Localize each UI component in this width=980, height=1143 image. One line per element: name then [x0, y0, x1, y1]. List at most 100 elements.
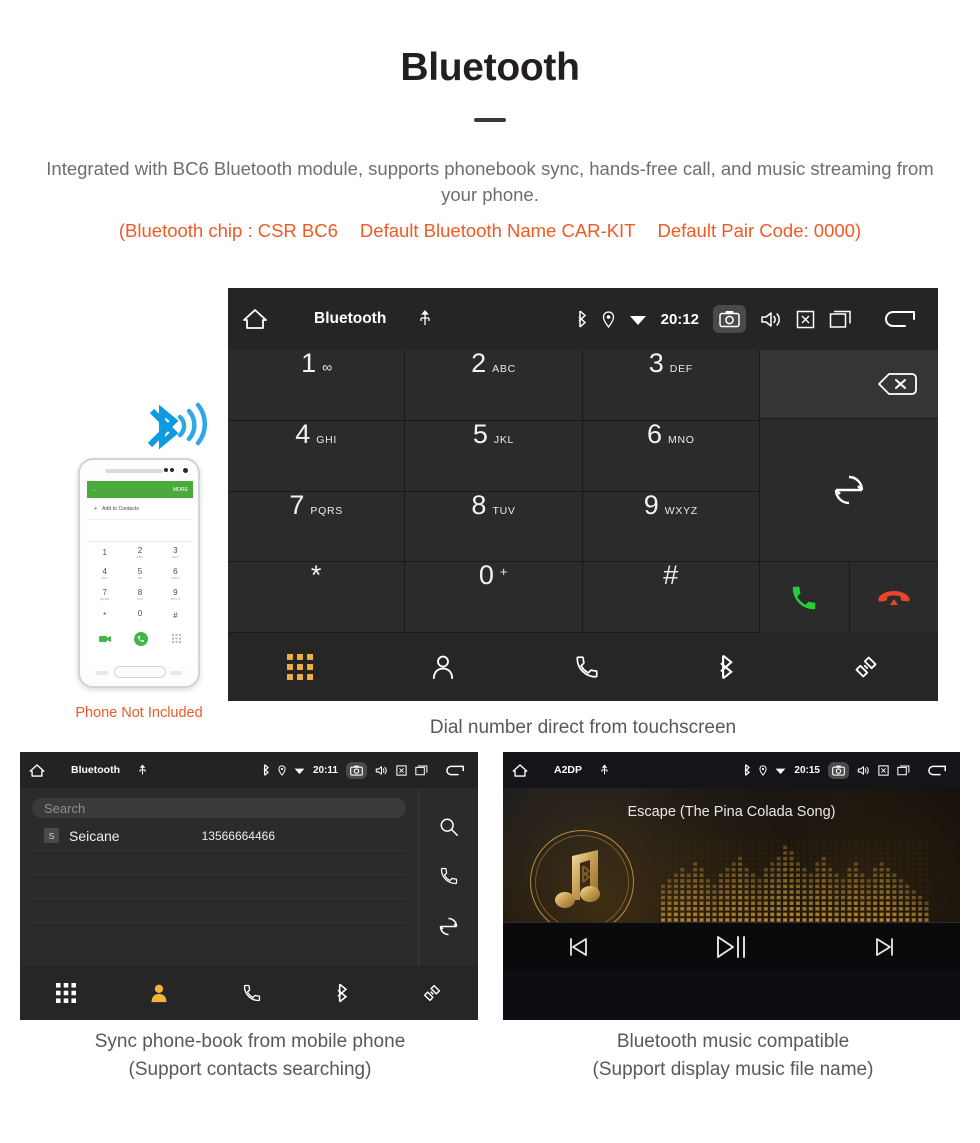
nav-link[interactable]: [853, 654, 879, 680]
key-0[interactable]: 0 +: [405, 562, 583, 633]
recent-apps-icon[interactable]: [829, 310, 852, 329]
key-letters: ABC: [492, 363, 516, 375]
key-letters: TUV: [492, 504, 516, 517]
plus-icon: +: [94, 505, 98, 512]
contacts-body: Search S Seicane 13566664466: [20, 788, 478, 966]
nav-bluetooth[interactable]: [717, 654, 736, 680]
key-3[interactable]: 3 DEF: [582, 348, 760, 421]
volume-icon[interactable]: [857, 765, 870, 776]
home-icon[interactable]: [29, 763, 45, 778]
contacts-list-area: Search S Seicane 13566664466: [20, 788, 418, 966]
bluetooth-icon: [335, 983, 349, 1003]
back-arrow-icon[interactable]: [881, 308, 917, 330]
bluetooth-icon: [576, 310, 588, 328]
recent-apps-icon[interactable]: [415, 764, 428, 776]
close-box-icon[interactable]: [878, 764, 889, 776]
phone-key-digit: 0: [137, 608, 143, 618]
bluetooth-icon: [743, 764, 751, 776]
location-icon: [759, 764, 767, 776]
back-arrow-icon[interactable]: [926, 764, 947, 777]
key-1[interactable]: 1 ∞: [228, 348, 406, 421]
key-7[interactable]: 7 PQRS: [228, 491, 406, 563]
search-placeholder: Search: [44, 800, 86, 816]
hangup-red-icon: [877, 587, 911, 609]
phone-key: 0 +: [122, 605, 157, 626]
close-box-icon[interactable]: [396, 764, 407, 776]
contact-row[interactable]: S Seicane 13566664466: [32, 821, 406, 851]
phone-key-digit: 2: [137, 545, 143, 555]
key-letters: +: [499, 564, 509, 580]
play-pause-icon[interactable]: [714, 932, 748, 962]
key-hash[interactable]: #: [582, 562, 760, 633]
phone-mockup: ← MORE + Add to Contacts 1 2 ABC 3 DEF 4 GHI 5 J…: [30, 395, 230, 740]
phone-sensors: [164, 468, 177, 473]
key-letters: JKL: [493, 433, 515, 446]
contacts-caption: Sync phone-book from mobile phone (Suppo…: [10, 1028, 490, 1083]
back-arrow-icon[interactable]: [444, 764, 465, 777]
phone-number-field: [87, 520, 193, 542]
recent-apps-icon[interactable]: [897, 764, 910, 776]
key-digit: 5: [472, 418, 488, 449]
home-icon[interactable]: [242, 307, 268, 331]
dot-matrix-equalizer: [661, 840, 931, 935]
key-9[interactable]: 9 WXYZ: [582, 489, 760, 563]
skip-next-icon[interactable]: [872, 934, 898, 960]
contacts-title: Bluetooth: [71, 764, 120, 776]
key-digit: 9: [643, 489, 659, 520]
page-root: Bluetooth Integrated with BC6 Bluetooth …: [0, 0, 980, 1143]
contact-person-icon: [430, 654, 456, 680]
nav-keypad[interactable]: [56, 983, 77, 1003]
dialer-head-unit: Bluetooth 20:12 1 ∞ 2 ABC 3 DEF 4 GHI 5 …: [228, 288, 938, 701]
volume-icon[interactable]: [375, 765, 388, 776]
phone-softkey-left: [96, 671, 108, 675]
contacts-empty-row: [32, 851, 406, 875]
key-digit: 1: [301, 348, 317, 378]
close-box-icon[interactable]: [796, 310, 815, 329]
nav-call-log[interactable]: [574, 654, 600, 680]
nav-bluetooth[interactable]: [335, 983, 349, 1003]
nav-keypad[interactable]: [286, 654, 313, 680]
camera-icon[interactable]: [346, 761, 367, 779]
phone-key: *: [87, 605, 122, 626]
nav-contacts[interactable]: [149, 983, 169, 1003]
nav-contacts[interactable]: [430, 654, 456, 680]
home-icon[interactable]: [512, 763, 528, 778]
sync-icon[interactable]: [438, 916, 459, 937]
phone-key-digit: 3: [173, 545, 178, 555]
camera-icon[interactable]: [828, 761, 849, 779]
hangup-button[interactable]: [848, 562, 938, 633]
phone-key-letters: MNO: [171, 575, 180, 580]
dial-call-button[interactable]: [760, 562, 849, 633]
backspace-icon[interactable]: [876, 371, 918, 397]
volume-icon[interactable]: [760, 310, 782, 329]
phone-key: 8 TUV: [122, 584, 157, 605]
nav-call-log[interactable]: [242, 983, 262, 1003]
key-4[interactable]: 4 GHI: [228, 420, 406, 492]
phone-handset-icon: [574, 654, 600, 680]
nav-link[interactable]: [422, 983, 442, 1003]
key-2[interactable]: 2 ABC: [405, 350, 583, 421]
search-icon[interactable]: [439, 817, 459, 837]
phone-key-digit: 6: [173, 566, 178, 576]
key-8[interactable]: 8 TUV: [405, 491, 583, 563]
phone-key-digit: 5: [137, 566, 143, 576]
camera-icon[interactable]: [713, 305, 746, 333]
key-5[interactable]: 5 JKL: [405, 418, 583, 492]
spec-pair-code: Default Pair Code: 0000): [657, 220, 862, 241]
key-digit: 3: [648, 348, 664, 378]
phone-key: 1: [87, 542, 122, 563]
bluetooth-wave-icon: [140, 397, 222, 453]
key-6[interactable]: 6 MNO: [582, 420, 760, 492]
keypad-icon: [56, 983, 77, 1003]
redial-button[interactable]: [760, 419, 938, 562]
search-input[interactable]: Search: [32, 798, 406, 818]
wifi-icon: [294, 766, 305, 775]
number-display[interactable]: [760, 350, 938, 419]
key-star[interactable]: *: [228, 562, 406, 633]
phone-key: 7 PQRS: [87, 584, 122, 605]
skip-previous-icon[interactable]: [565, 934, 591, 960]
phone-softkey-right: [170, 671, 182, 675]
phone-handset-icon[interactable]: [439, 866, 459, 886]
album-art: [530, 830, 634, 934]
spec-chip: (Bluetooth chip : CSR BC6: [118, 220, 338, 241]
